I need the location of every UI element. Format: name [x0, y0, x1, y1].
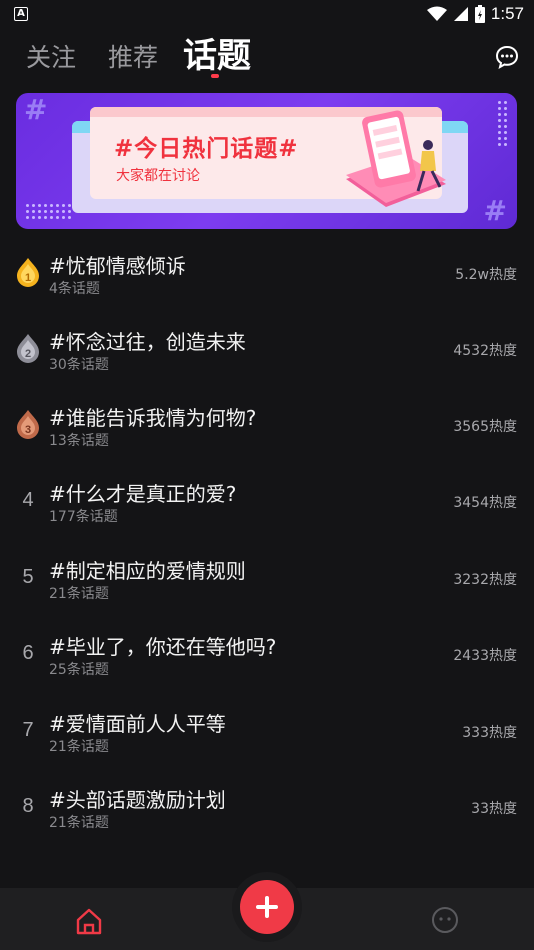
add-icon	[256, 896, 278, 918]
active-tab-indicator	[211, 74, 219, 78]
clock: 1:57	[490, 4, 524, 23]
svg-text:2: 2	[25, 348, 31, 360]
rank-number: 4	[22, 488, 34, 511]
rank-badge: 8	[14, 790, 42, 822]
profile-face-icon[interactable]	[431, 906, 459, 934]
topic-title: #头部话题激励计划	[49, 788, 226, 812]
topic-heat: 3232热度	[453, 572, 517, 588]
signal-icon	[453, 7, 468, 21]
topic-count: 177条话题	[49, 509, 118, 525]
dots-decoration	[26, 204, 71, 219]
rank-number: 7	[22, 718, 34, 741]
topic-heat: 333热度	[462, 725, 517, 741]
topic-title: #制定相应的爱情规则	[49, 559, 246, 583]
svg-text:3: 3	[25, 424, 31, 436]
bronze-medal-icon: 3	[17, 410, 39, 439]
topic-row[interactable]: 8 #头部话题激励计划 21条话题 33热度	[0, 770, 534, 846]
message-icon[interactable]	[494, 44, 520, 70]
topic-count: 21条话题	[49, 815, 109, 831]
topic-count: 13条话题	[49, 433, 109, 449]
topic-title: #谁能告诉我情为何物?	[49, 406, 257, 430]
rank-badge: 1	[14, 256, 42, 288]
rank-badge: 3	[14, 408, 42, 440]
rank-number: 5	[22, 565, 34, 588]
topic-row[interactable]: 6 #毕业了，你还在等他吗? 25条话题 2433热度	[0, 617, 534, 693]
phone-illustration-icon	[346, 110, 446, 207]
rank-number: 8	[22, 794, 34, 817]
battery-charging-icon	[474, 5, 485, 23]
topic-heat: 3454热度	[453, 495, 517, 511]
topic-row[interactable]: 5 #制定相应的爱情规则 21条话题 3232热度	[0, 541, 534, 617]
topic-title: #忧郁情感倾诉	[49, 254, 186, 278]
rank-number: 6	[22, 641, 34, 664]
gold-medal-icon: 1	[17, 258, 39, 287]
topic-count: 4条话题	[49, 281, 100, 297]
tab-follow[interactable]: 关注	[26, 38, 76, 74]
wifi-icon	[426, 6, 447, 21]
tab-topics[interactable]: 话题	[183, 28, 251, 77]
svg-text:1: 1	[25, 272, 31, 284]
topic-count: 25条话题	[49, 662, 109, 678]
topic-heat: 2433热度	[453, 648, 517, 664]
topic-row[interactable]: 4 #什么才是真正的爱? 177条话题 3454热度	[0, 464, 534, 540]
topic-heat: 33热度	[471, 801, 517, 817]
topic-title: #毕业了，你还在等他吗?	[49, 635, 277, 659]
rank-badge: 6	[14, 637, 42, 669]
topic-title: #怀念过往，创造未来	[49, 330, 246, 354]
topic-row[interactable]: 2 #怀念过往，创造未来 30条话题 4532热度	[0, 312, 534, 388]
topic-row[interactable]: 7 #爱情面前人人平等 21条话题 333热度	[0, 694, 534, 770]
topic-title: #什么才是真正的爱?	[49, 482, 237, 506]
rank-badge: 5	[14, 561, 42, 593]
topic-heat: 5.2w热度	[455, 267, 517, 283]
add-topic-button[interactable]	[240, 880, 294, 934]
topic-count: 21条话题	[49, 739, 109, 755]
topic-count: 21条话题	[49, 586, 109, 602]
tab-recommend[interactable]: 推荐	[108, 38, 158, 74]
hash-decoration-icon: #	[24, 93, 48, 126]
topic-count: 30条话题	[49, 357, 109, 373]
topic-title: #爱情面前人人平等	[49, 712, 226, 736]
hot-topics-banner[interactable]: # # #今日热门话题# 大家都在讨论	[16, 93, 517, 229]
topic-row[interactable]: 1 #忧郁情感倾诉 4条话题 5.2w热度	[0, 236, 534, 312]
topic-heat: 3565热度	[453, 419, 517, 435]
topic-heat: 4532热度	[453, 343, 517, 359]
app-notification-icon: A	[14, 7, 28, 21]
status-bar: A 1:57	[0, 0, 534, 28]
rank-badge: 2	[14, 332, 42, 364]
home-icon[interactable]	[74, 906, 104, 936]
topic-row[interactable]: 3 #谁能告诉我情为何物? 13条话题 3565热度	[0, 388, 534, 464]
rank-badge: 4	[14, 484, 42, 516]
hash-decoration-icon: #	[483, 194, 507, 227]
banner-title: #今日热门话题#	[114, 136, 299, 162]
silver-medal-icon: 2	[17, 334, 39, 363]
dots-decoration	[498, 101, 507, 146]
rank-badge: 7	[14, 714, 42, 746]
top-tabs: 关注 推荐 话题	[0, 28, 534, 88]
banner-subtitle: 大家都在讨论	[116, 168, 200, 184]
